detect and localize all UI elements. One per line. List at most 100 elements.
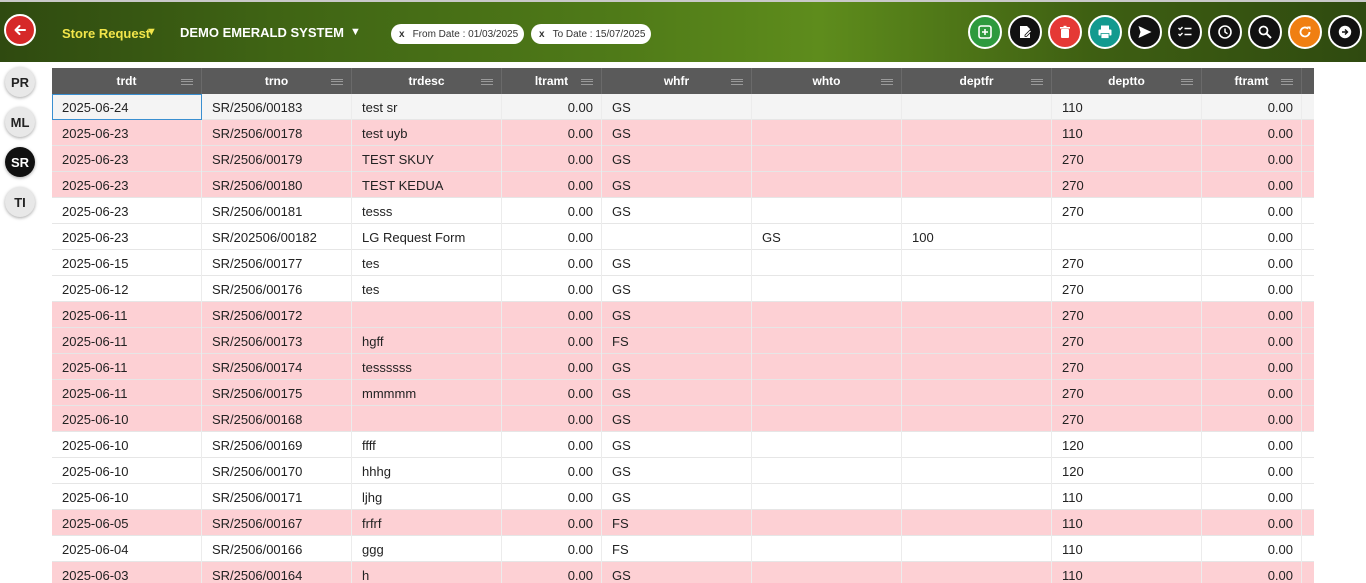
cell-deptto[interactable]: 270 [1052, 198, 1202, 224]
add-button[interactable] [968, 15, 1002, 49]
table-row[interactable]: 2025-06-10 SR/2506/00169 ffff 0.00 GS 120 0.00 [52, 432, 1314, 458]
cell-ltramt[interactable]: 0.00 [502, 120, 602, 146]
table-row[interactable]: 2025-06-10 SR/2506/00170 hhhg 0.00 GS 120 0.00 [52, 458, 1314, 484]
cell-whto[interactable] [752, 172, 902, 198]
sidebar-item-sr[interactable]: SR [5, 147, 35, 177]
cell-deptto[interactable]: 270 [1052, 406, 1202, 432]
cell-deptfr[interactable] [902, 302, 1052, 328]
module-selector-label[interactable]: Store Request [62, 26, 150, 41]
table-row[interactable]: 2025-06-23 SR/2506/00179 TEST SKUY 0.00 GS 27… [52, 146, 1314, 172]
cell-ftramt[interactable]: 0.00 [1202, 328, 1302, 354]
cell-ltramt[interactable]: 0.00 [502, 302, 602, 328]
cell-whfr[interactable]: GS [602, 432, 752, 458]
cell-ftramt[interactable]: 0.00 [1202, 224, 1302, 250]
cell-ltramt[interactable]: 0.00 [502, 484, 602, 510]
cell-whfr[interactable]: GS [602, 380, 752, 406]
cell-whto[interactable] [752, 484, 902, 510]
column-header-trdt[interactable]: trdt [52, 68, 202, 94]
cell-trdt[interactable]: 2025-06-23 [52, 146, 202, 172]
cell-deptto[interactable]: 270 [1052, 328, 1202, 354]
cell-whfr[interactable]: GS [602, 276, 752, 302]
cell-trdt[interactable]: 2025-06-04 [52, 536, 202, 562]
cell-deptto[interactable]: 270 [1052, 172, 1202, 198]
send-button[interactable] [1128, 15, 1162, 49]
cell-trdesc[interactable]: LG Request Form [352, 224, 502, 250]
cell-whfr[interactable] [602, 224, 752, 250]
cell-deptfr[interactable] [902, 120, 1052, 146]
cell-trdt[interactable]: 2025-06-23 [52, 224, 202, 250]
cell-ltramt[interactable]: 0.00 [502, 406, 602, 432]
cell-trdesc[interactable]: ffff [352, 432, 502, 458]
cell-ltramt[interactable]: 0.00 [502, 432, 602, 458]
cell-whfr[interactable]: GS [602, 172, 752, 198]
cell-ftramt[interactable]: 0.00 [1202, 458, 1302, 484]
cell-deptfr[interactable] [902, 458, 1052, 484]
cell-ltramt[interactable]: 0.00 [502, 276, 602, 302]
cell-trno[interactable]: SR/2506/00176 [202, 276, 352, 302]
cell-ftramt[interactable]: 0.00 [1202, 354, 1302, 380]
cell-ltramt[interactable]: 0.00 [502, 536, 602, 562]
cell-ftramt[interactable]: 0.00 [1202, 198, 1302, 224]
cell-trdesc[interactable]: mmmmm [352, 380, 502, 406]
cell-ftramt[interactable]: 0.00 [1202, 510, 1302, 536]
cell-ltramt[interactable]: 0.00 [502, 172, 602, 198]
cell-trdesc[interactable]: tes [352, 250, 502, 276]
cell-ltramt[interactable]: 0.00 [502, 146, 602, 172]
cell-trdesc[interactable]: h [352, 562, 502, 583]
cell-trdt[interactable]: 2025-06-10 [52, 432, 202, 458]
cell-trno[interactable]: SR/2506/00170 [202, 458, 352, 484]
table-row[interactable]: 2025-06-04 SR/2506/00166 ggg 0.00 FS 110 0.00 [52, 536, 1314, 562]
cell-deptto[interactable]: 110 [1052, 484, 1202, 510]
cell-whto[interactable] [752, 120, 902, 146]
cell-ltramt[interactable]: 0.00 [502, 354, 602, 380]
table-row[interactable]: 2025-06-11 SR/2506/00175 mmmmm 0.00 GS 270 0.0… [52, 380, 1314, 406]
column-menu-icon[interactable] [881, 79, 893, 85]
cell-deptto[interactable] [1052, 224, 1202, 250]
column-menu-icon[interactable] [331, 79, 343, 85]
cell-ftramt[interactable]: 0.00 [1202, 406, 1302, 432]
cell-deptto[interactable]: 110 [1052, 562, 1202, 583]
cell-whfr[interactable]: GS [602, 302, 752, 328]
cell-deptto[interactable]: 110 [1052, 94, 1202, 120]
cell-deptfr[interactable] [902, 484, 1052, 510]
cell-whto[interactable] [752, 328, 902, 354]
cell-trdt[interactable]: 2025-06-12 [52, 276, 202, 302]
cell-deptfr[interactable] [902, 562, 1052, 583]
cell-deptfr[interactable] [902, 406, 1052, 432]
cell-whto[interactable] [752, 94, 902, 120]
cell-trdt[interactable]: 2025-06-10 [52, 484, 202, 510]
cell-whfr[interactable]: GS [602, 250, 752, 276]
cell-whfr[interactable]: FS [602, 536, 752, 562]
cell-deptto[interactable]: 120 [1052, 458, 1202, 484]
cell-trdt[interactable]: 2025-06-23 [52, 198, 202, 224]
cell-deptfr[interactable] [902, 198, 1052, 224]
cell-trdt[interactable]: 2025-06-23 [52, 172, 202, 198]
cell-ftramt[interactable]: 0.00 [1202, 172, 1302, 198]
cell-trdt[interactable]: 2025-06-11 [52, 380, 202, 406]
cell-whfr[interactable]: GS [602, 120, 752, 146]
cell-deptfr[interactable] [902, 354, 1052, 380]
cell-whfr[interactable]: GS [602, 562, 752, 583]
history-button[interactable] [1208, 15, 1242, 49]
cell-trno[interactable]: SR/2506/00179 [202, 146, 352, 172]
cell-trno[interactable]: SR/2506/00177 [202, 250, 352, 276]
cell-ftramt[interactable]: 0.00 [1202, 146, 1302, 172]
column-menu-icon[interactable] [731, 79, 743, 85]
cell-whto[interactable] [752, 354, 902, 380]
delete-button[interactable] [1048, 15, 1082, 49]
cell-trdt[interactable]: 2025-06-10 [52, 458, 202, 484]
column-header-whto[interactable]: whto [752, 68, 902, 94]
table-row[interactable]: 2025-06-23 SR/202506/00182 LG Request Form… [52, 224, 1314, 250]
cell-trdesc[interactable]: hhhg [352, 458, 502, 484]
cell-deptto[interactable]: 270 [1052, 354, 1202, 380]
cell-trdesc[interactable]: tesss [352, 198, 502, 224]
print-button[interactable] [1088, 15, 1122, 49]
cell-deptfr[interactable] [902, 536, 1052, 562]
table-row[interactable]: 2025-06-11 SR/2506/00172 0.00 GS 270 0.00 [52, 302, 1314, 328]
cell-trno[interactable]: SR/2506/00171 [202, 484, 352, 510]
cell-trdesc[interactable]: test sr [352, 94, 502, 120]
cell-deptfr[interactable] [902, 146, 1052, 172]
cell-trno[interactable]: SR/202506/00182 [202, 224, 352, 250]
cell-ftramt[interactable]: 0.00 [1202, 250, 1302, 276]
cell-ltramt[interactable]: 0.00 [502, 328, 602, 354]
